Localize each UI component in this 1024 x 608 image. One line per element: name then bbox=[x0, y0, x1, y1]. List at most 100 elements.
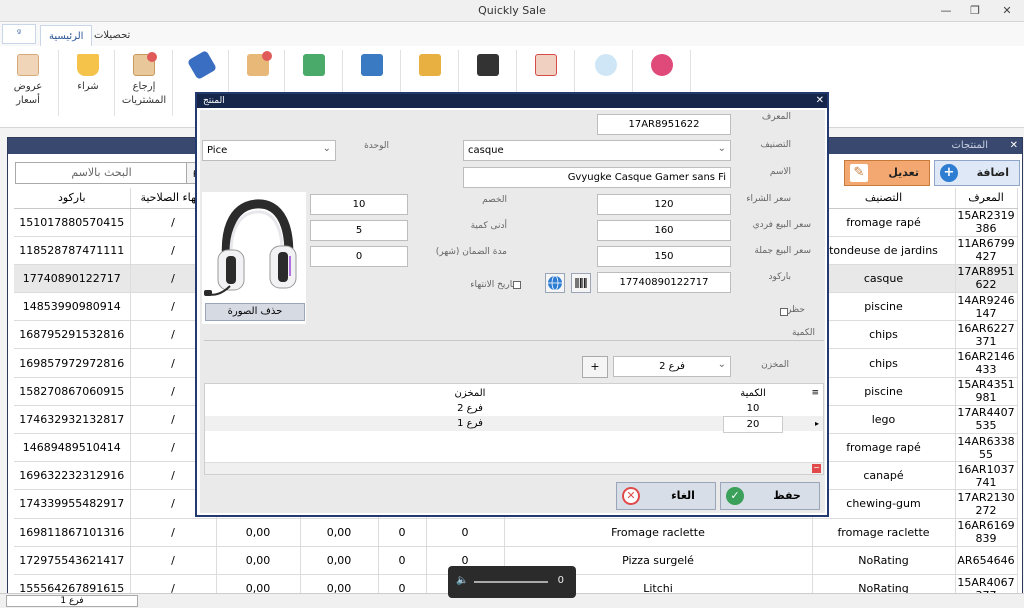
table-cell-category: chips bbox=[812, 348, 956, 378]
table-cell-barcode: 118528787471111 bbox=[14, 236, 131, 265]
dialog-title-bar: المنتج ✕ bbox=[197, 94, 827, 108]
expiry-checkbox[interactable] bbox=[513, 281, 521, 289]
warranty-field[interactable]: 0 bbox=[310, 246, 408, 267]
label-barcode: باركود bbox=[768, 272, 791, 282]
label-quantity-group: الكمية bbox=[792, 328, 815, 338]
title-bar: Quickly Sale — ❐ ✕ bbox=[0, 0, 1024, 22]
edit-button-label: تعديل bbox=[888, 166, 919, 179]
volume-slider[interactable] bbox=[474, 581, 548, 583]
label-purchase-price: سعر الشراء bbox=[746, 194, 791, 204]
dialog-close-icon[interactable]: ✕ bbox=[816, 94, 824, 108]
ribbon-separator bbox=[58, 50, 59, 116]
barcode-print-icon[interactable] bbox=[571, 273, 591, 293]
store-select[interactable]: فرع 2 bbox=[613, 356, 731, 377]
ribbon-return-purchase-button[interactable]: إرجاع المشتريات bbox=[116, 50, 172, 108]
table-cell-barcode: 174339955482917 bbox=[14, 489, 131, 519]
add-button[interactable]: + اضافة bbox=[934, 160, 1020, 186]
globe-icon[interactable] bbox=[545, 273, 565, 293]
table-cell-category: fromage raclette bbox=[812, 518, 956, 547]
ribbon-power-button[interactable] bbox=[634, 50, 690, 80]
table-cell-id: 16AR6227 371 bbox=[955, 320, 1018, 350]
restore-button[interactable]: ❐ bbox=[963, 2, 987, 20]
id-field[interactable]: 17AR8951622 bbox=[597, 114, 731, 135]
add-icon: + bbox=[940, 164, 958, 182]
delete-image-button[interactable]: حذف الصورة bbox=[205, 303, 305, 321]
chart-icon bbox=[535, 54, 557, 76]
return-purchase-icon bbox=[133, 52, 157, 76]
remove-row-icon[interactable]: − bbox=[812, 464, 821, 473]
column-header-id[interactable]: المعرف bbox=[955, 188, 1018, 209]
column-header-barcode[interactable]: باركود bbox=[14, 188, 131, 209]
table-cell-c5: 0 bbox=[378, 546, 427, 575]
power-icon bbox=[651, 54, 673, 76]
window-title: Quickly Sale bbox=[478, 4, 546, 17]
quick-access-button[interactable]: ᵍ bbox=[2, 24, 36, 44]
ribbon-store-button[interactable] bbox=[460, 50, 516, 80]
stock-table: الكمية المخزن ≡ 10 فرع 2 ▸ 20 فرع 1 − bbox=[204, 383, 824, 475]
edit-button[interactable]: ✎ تعديل bbox=[844, 160, 930, 186]
barcode-field[interactable]: 17740890122717 bbox=[597, 272, 731, 293]
add-stock-button[interactable]: + bbox=[582, 356, 608, 378]
table-cell-id: 14AR6338 55 bbox=[955, 433, 1018, 463]
products-window-close-icon[interactable]: ✕ bbox=[1010, 138, 1018, 154]
label-unit: الوحدة bbox=[364, 141, 389, 151]
column-chooser-icon[interactable]: ≡ bbox=[811, 386, 819, 401]
table-cell-category: piscine bbox=[812, 377, 956, 406]
save-button-label: حفظ bbox=[773, 489, 801, 502]
label-discount: الخصم bbox=[482, 195, 507, 205]
search-input[interactable]: البحث بالاسم bbox=[15, 162, 188, 184]
purchase-price-field[interactable]: 120 bbox=[597, 194, 731, 215]
dialog-body: المعرف التصنيف الاسم سعر الشراء سعر البي… bbox=[200, 110, 825, 513]
ribbon-folder-button[interactable] bbox=[402, 50, 458, 80]
ribbon-register-button[interactable] bbox=[344, 50, 400, 80]
table-cell-category: chewing-gum bbox=[812, 489, 956, 519]
discount-field[interactable]: 10 bbox=[310, 194, 408, 215]
tab-home[interactable]: الرئيسية bbox=[40, 25, 93, 46]
save-button[interactable]: ✓ حفظ bbox=[720, 482, 820, 510]
table-row[interactable]: 169811867101316/0,00 0,00 0 0 Fromage raclet… bbox=[14, 518, 1018, 547]
table-cell-id: 17AR8951 622 bbox=[955, 264, 1018, 294]
table-cell-category: tondeuse de jardins bbox=[812, 236, 956, 265]
ribbon-theme-button[interactable] bbox=[578, 50, 634, 80]
table-cell-barcode: 151017880570415 bbox=[14, 208, 131, 237]
unit-price-field[interactable]: 160 bbox=[597, 220, 731, 241]
ribbon-chart-button[interactable] bbox=[518, 50, 574, 80]
close-button[interactable]: ✕ bbox=[995, 2, 1019, 20]
wholesale-price-field[interactable]: 150 bbox=[597, 246, 731, 267]
stock-row[interactable]: 10 فرع 2 bbox=[205, 401, 823, 416]
ribbon-price-offers-button[interactable]: عروض أسعار bbox=[0, 50, 56, 108]
row-pointer-icon: ▸ bbox=[814, 419, 819, 428]
label-id: المعرف bbox=[761, 112, 791, 122]
table-cell-barcode: 17740890122717 bbox=[14, 264, 131, 294]
table-cell-category: NoRating bbox=[812, 546, 956, 575]
stock-row[interactable]: ▸ 20 فرع 1 bbox=[205, 416, 823, 433]
label-warranty: مدة الضمان (شهر) bbox=[435, 247, 507, 257]
label-name: الاسم bbox=[769, 167, 791, 177]
ribbon-box-button[interactable] bbox=[230, 50, 286, 80]
label-min-qty: أدنى كمية bbox=[470, 221, 507, 231]
name-field[interactable]: Gvyugke Casque Gamer sans Fi bbox=[463, 167, 731, 188]
volume-flyout: 🔈 0 bbox=[448, 566, 576, 598]
table-cell-c3: 0,00 bbox=[216, 518, 301, 547]
palette-icon bbox=[595, 54, 617, 76]
tab-collections[interactable]: تحصيلات bbox=[86, 25, 138, 46]
ribbon-tags-button[interactable] bbox=[174, 49, 230, 81]
unit-select[interactable]: Pice bbox=[202, 140, 336, 161]
stock-col-store: المخزن bbox=[454, 388, 486, 399]
label-expiry: تاريخ الانتهاء bbox=[470, 280, 515, 290]
column-header-category[interactable]: التصنيف bbox=[812, 188, 956, 209]
ribbon-money-button[interactable] bbox=[286, 50, 342, 80]
speaker-icon[interactable]: 🔈 bbox=[456, 575, 468, 586]
stock-table-header: الكمية المخزن ≡ bbox=[205, 386, 823, 401]
block-checkbox[interactable] bbox=[780, 308, 788, 316]
min-qty-field[interactable]: 5 bbox=[310, 220, 408, 241]
table-cell-barcode: 14853990980914 bbox=[14, 292, 131, 322]
table-cell-c4: 0,00 bbox=[300, 518, 379, 547]
ribbon-purchase-button[interactable]: شراء bbox=[60, 50, 116, 94]
branch-select[interactable]: فرع 1 bbox=[6, 595, 138, 607]
ribbon-separator bbox=[172, 50, 173, 116]
store-icon bbox=[477, 54, 499, 76]
minimize-button[interactable]: — bbox=[934, 2, 958, 20]
cancel-button[interactable]: ✕ الغاء bbox=[616, 482, 716, 510]
category-select[interactable]: casque bbox=[463, 140, 731, 161]
